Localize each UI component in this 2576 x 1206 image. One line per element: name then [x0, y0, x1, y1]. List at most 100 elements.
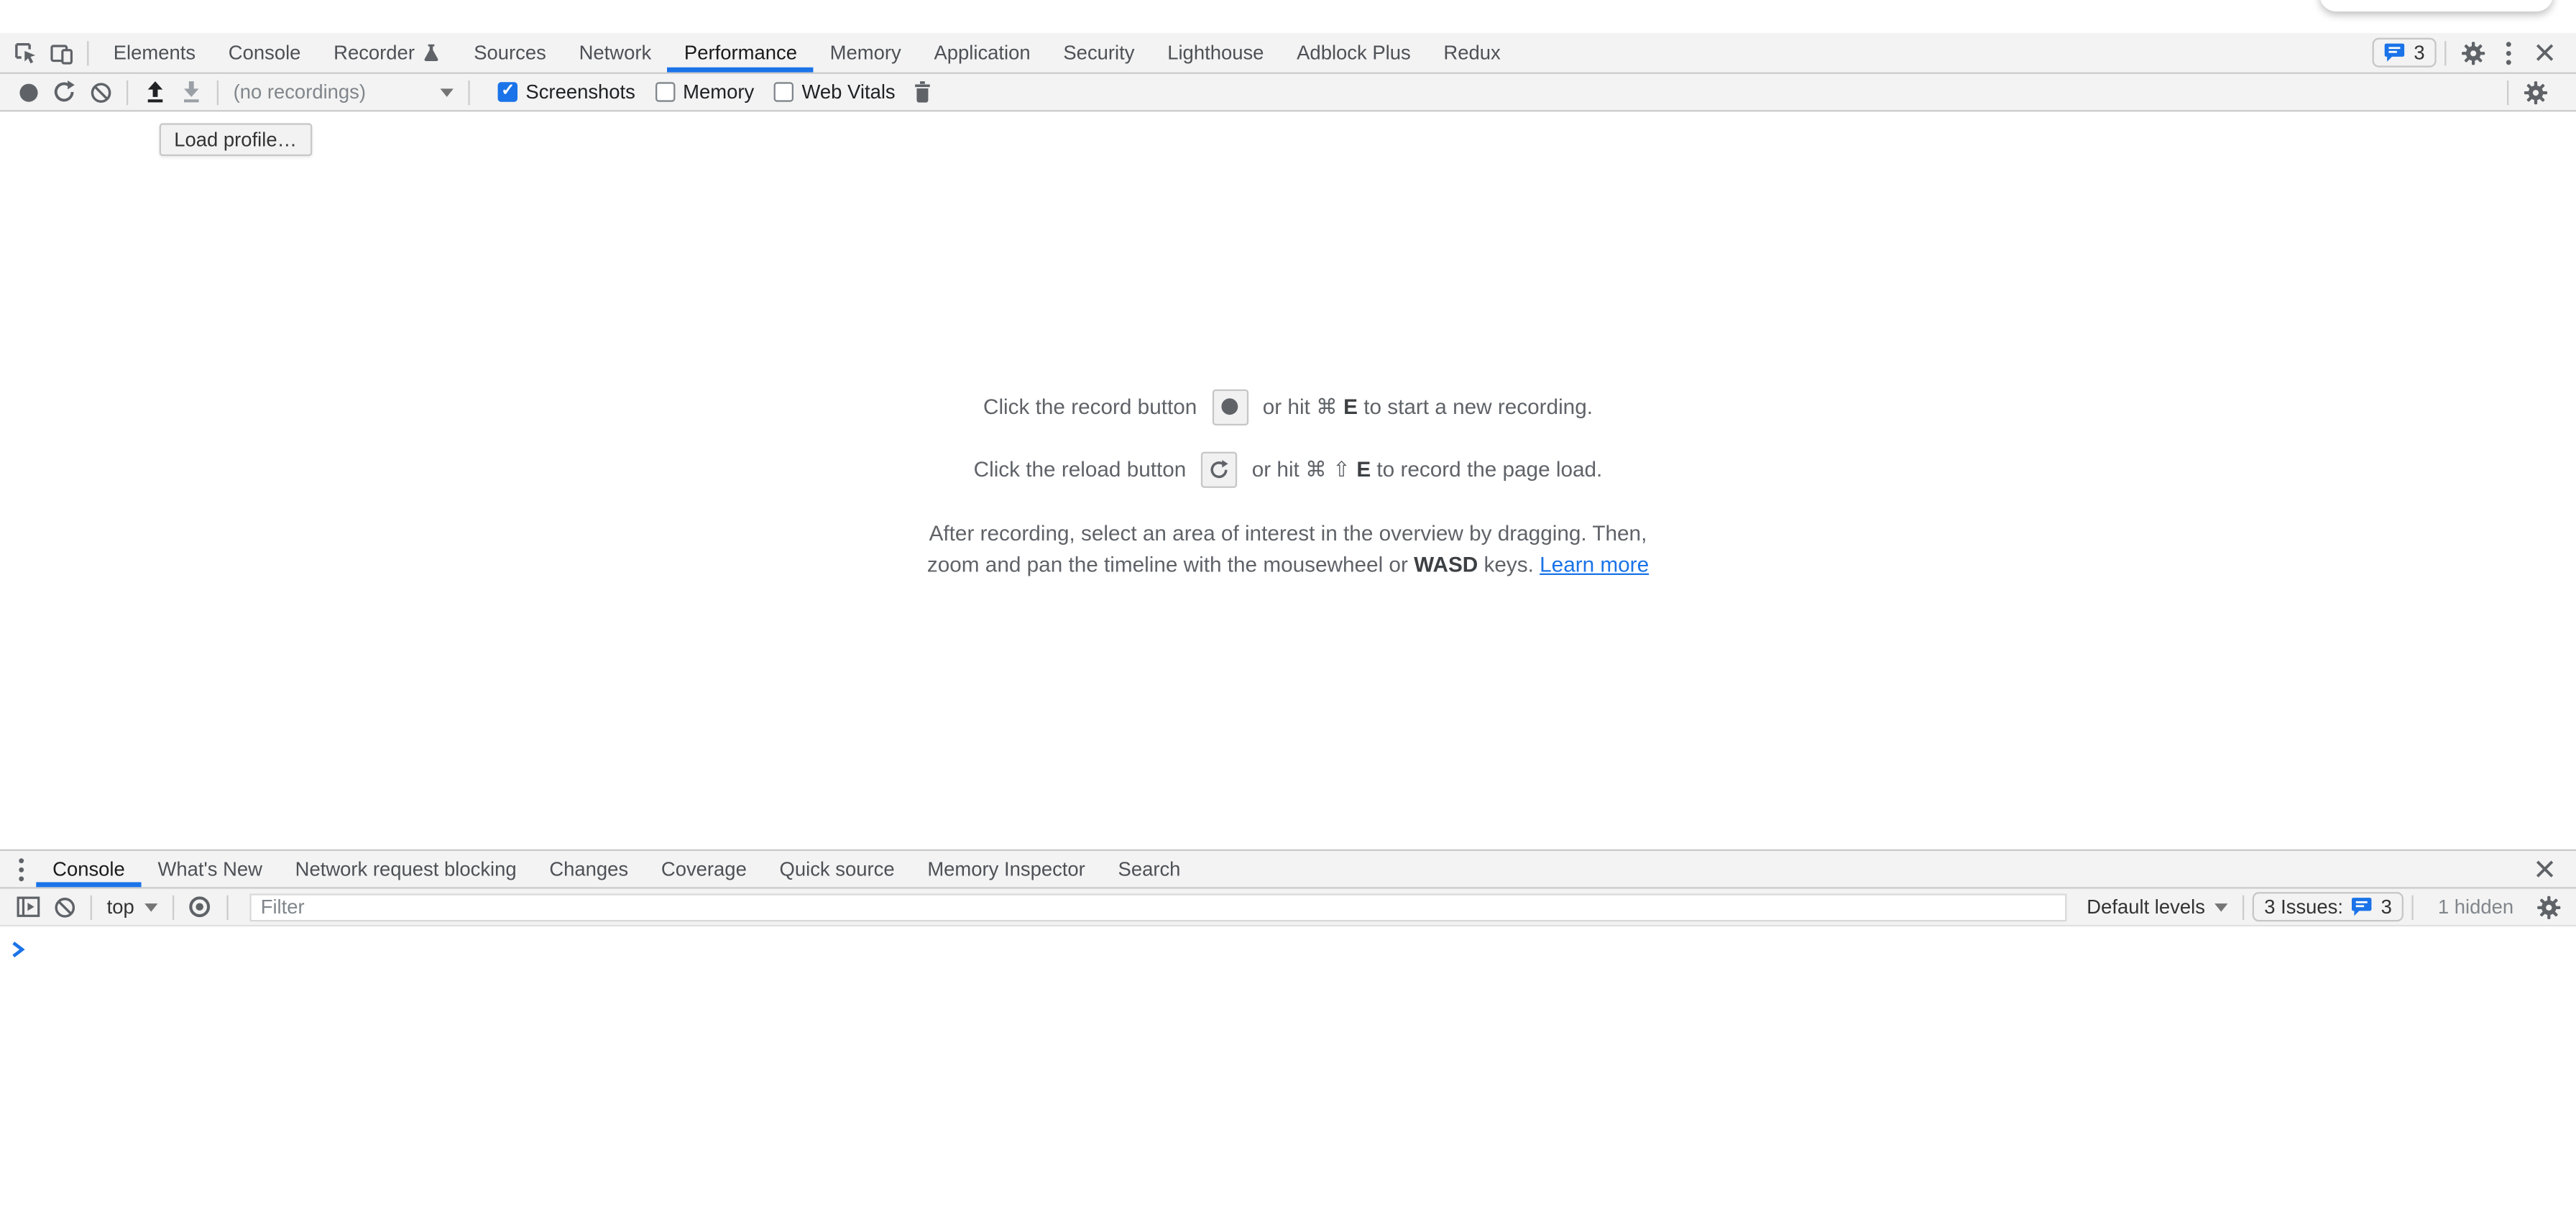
separator [2411, 895, 2413, 919]
tab-memory[interactable]: Memory [814, 33, 918, 73]
recordings-select[interactable]: (no recordings) [234, 80, 454, 103]
tab-label: Quick source [780, 857, 895, 880]
close-icon [2535, 859, 2554, 878]
record-button[interactable] [10, 74, 46, 110]
tab-label: Changes [549, 857, 628, 880]
separator [2507, 80, 2508, 104]
save-profile-button[interactable] [172, 74, 208, 110]
e-key: E [1356, 456, 1371, 480]
issues-count: 3 [2381, 896, 2392, 919]
log-levels-select[interactable]: Default levels [2080, 896, 2235, 919]
console-prompt-icon [12, 942, 24, 958]
tab-label: Redux [1443, 41, 1500, 64]
drawer-more-tools-button[interactable] [6, 851, 36, 887]
issues-label: 3 Issues: [2264, 896, 2343, 919]
create-live-expression-button[interactable] [182, 889, 218, 925]
tab-application[interactable]: Application [918, 33, 1047, 73]
experiment-flask-icon [423, 42, 441, 62]
eye-icon [188, 896, 212, 919]
tab-performance[interactable]: Performance [668, 33, 814, 73]
close-drawer-button[interactable] [2526, 859, 2562, 878]
issues-bubble-icon [2384, 42, 2406, 62]
tab-adblock-plus[interactable]: Adblock Plus [1280, 33, 1427, 73]
tab-console[interactable]: Console [212, 33, 317, 73]
load-profile-tooltip: Load profile… [160, 123, 312, 156]
separator [126, 80, 128, 104]
settings-button[interactable] [2455, 40, 2490, 65]
browser-popup-overlay [2319, 0, 2553, 11]
close-devtools-button[interactable] [2526, 42, 2562, 62]
memory-checkbox[interactable]: Memory [655, 80, 754, 103]
capture-settings-button[interactable] [2517, 80, 2553, 104]
cmd-key-symbol: ⌘ [1316, 393, 1338, 418]
tab-redux[interactable]: Redux [1427, 33, 1517, 73]
device-toolbar-button[interactable] [42, 33, 78, 73]
tab-network[interactable]: Network [563, 33, 668, 73]
drawer-tabs: Console What's New Network request block… [36, 851, 1197, 887]
tab-sources[interactable]: Sources [457, 33, 562, 73]
screenshots-checkbox[interactable]: Screenshots [498, 80, 635, 103]
issues-counter-button[interactable]: 3 [2373, 38, 2436, 68]
clear-console-button[interactable] [46, 889, 82, 925]
console-filter-input[interactable] [249, 893, 2067, 921]
tab-label: Memory [830, 41, 901, 64]
kebab-menu-icon [2506, 40, 2512, 65]
tab-label: Sources [474, 41, 546, 64]
garbage-collect-button[interactable] [905, 74, 941, 110]
tab-elements[interactable]: Elements [97, 33, 212, 73]
web-vitals-checkbox[interactable]: Web Vitals [774, 80, 896, 103]
drawer-right-cluster [2526, 859, 2576, 878]
tab-label: What's New [157, 857, 262, 880]
more-options-button[interactable] [2490, 40, 2526, 65]
drawer-tab-network-request-blocking[interactable]: Network request blocking [279, 851, 533, 887]
tab-recorder[interactable]: Recorder [317, 33, 457, 73]
context-value: top [107, 896, 134, 919]
execution-context-select[interactable]: top [100, 896, 163, 919]
tab-label: Console [52, 857, 125, 880]
record-icon [17, 81, 39, 103]
console-issues-button[interactable]: 3 Issues: 3 [2253, 892, 2404, 921]
inspect-element-button[interactable] [6, 33, 42, 73]
drawer-tab-search[interactable]: Search [1102, 851, 1197, 887]
console-messages-area[interactable] [0, 926, 2576, 1206]
drawer-tab-whats-new[interactable]: What's New [142, 851, 279, 887]
show-console-sidebar-button[interactable] [10, 889, 46, 925]
e-key: E [1343, 393, 1358, 418]
performance-toolbar: (no recordings) Screenshots Memory Web V… [0, 74, 2576, 112]
learn-more-link[interactable]: Learn more [1540, 551, 1649, 576]
separator [91, 895, 92, 919]
reload-instruction-line: Click the reload button or hit ⌘ ⇧ E to … [974, 444, 1603, 494]
drawer-tab-coverage[interactable]: Coverage [645, 851, 763, 887]
checkbox-unchecked-icon [774, 82, 794, 101]
checkbox-unchecked-icon [655, 82, 674, 101]
issues-bubble-icon [2351, 897, 2373, 916]
download-icon [180, 80, 201, 103]
tab-label: Recorder [334, 41, 415, 64]
gear-icon [2460, 40, 2485, 65]
tab-label: Memory Inspector [927, 857, 1085, 880]
tab-label: Performance [684, 41, 797, 64]
instruction-text: Click the record button [983, 395, 1197, 419]
drawer-tab-memory-inspector[interactable]: Memory Inspector [911, 851, 1101, 887]
tab-label: Lighthouse [1167, 41, 1264, 64]
separator [172, 895, 173, 919]
close-icon [2535, 42, 2554, 62]
tab-label: Adblock Plus [1297, 41, 1411, 64]
separator [226, 895, 228, 919]
console-settings-button[interactable] [2530, 889, 2566, 925]
load-profile-button[interactable] [137, 74, 172, 110]
drawer-tabbar: Console What's New Network request block… [0, 850, 2576, 889]
drawer-tab-quick-source[interactable]: Quick source [763, 851, 911, 887]
kebab-menu-icon [18, 857, 24, 881]
device-toolbar-icon [48, 40, 73, 65]
reload-and-record-button[interactable] [46, 74, 82, 110]
reload-icon [1209, 459, 1228, 479]
drawer-tab-changes[interactable]: Changes [533, 851, 645, 887]
usage-hint-text: After recording, select an area of inter… [927, 517, 1649, 579]
checkbox-checked-icon [498, 82, 518, 101]
clear-recordings-button[interactable] [82, 74, 118, 110]
tab-security[interactable]: Security [1047, 33, 1151, 73]
drawer-tab-console[interactable]: Console [36, 851, 141, 887]
tab-lighthouse[interactable]: Lighthouse [1151, 33, 1280, 73]
chevron-down-icon [2215, 903, 2228, 911]
